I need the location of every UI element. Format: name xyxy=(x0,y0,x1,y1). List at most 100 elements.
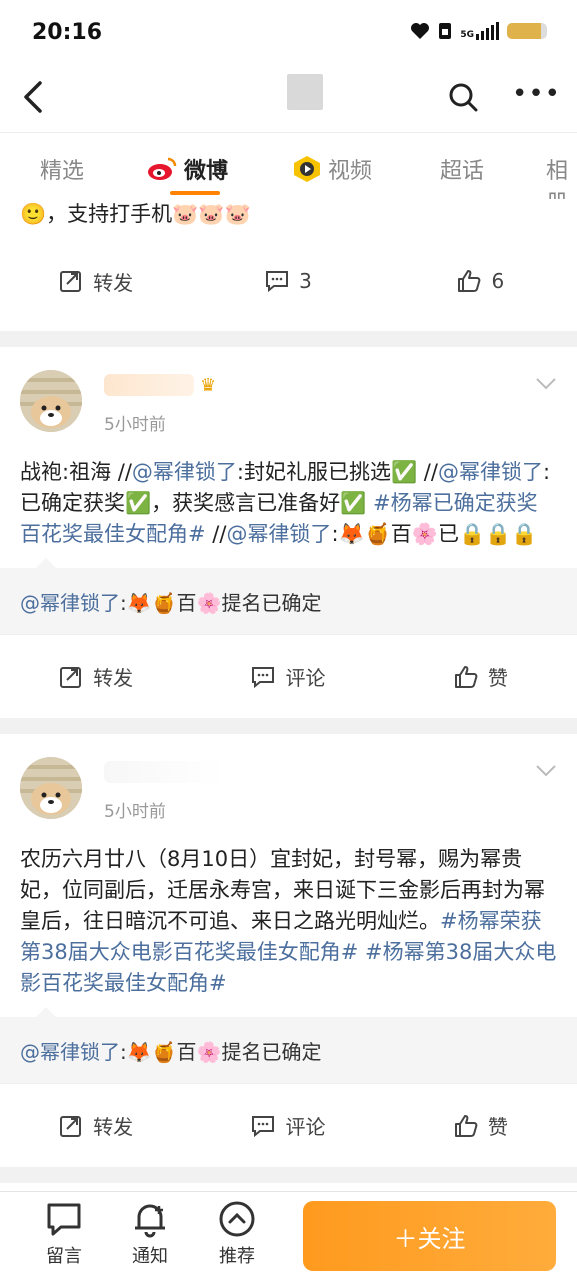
post-header: ♛ 5小时前 xyxy=(20,347,557,457)
chevron-down-icon[interactable] xyxy=(535,764,557,778)
network-type: 5G xyxy=(460,30,474,40)
tab-weibo[interactable]: 微博 xyxy=(146,153,229,195)
comment-button[interactable]: 评论 xyxy=(192,662,384,691)
mention-link[interactable]: @幂律锁了 xyxy=(132,460,237,484)
repost-icon xyxy=(60,666,82,688)
bell-plus-icon xyxy=(135,1204,165,1238)
message-label: 留言 xyxy=(46,1246,82,1267)
tab-featured[interactable]: 精选 xyxy=(40,153,84,185)
mention-link[interactable]: @幂律锁了 xyxy=(438,460,543,484)
recommend-label: 推荐 xyxy=(219,1246,255,1267)
bottom-bar: 留言 通知 推荐 ＋关注 xyxy=(0,1191,577,1279)
quote-text: :🦊🍯百🌸提名已确定 xyxy=(120,590,322,615)
recommend-button[interactable]: 推荐 xyxy=(207,1200,267,1268)
post-content: ♛ 5小时前 战袍:祖海 //@幂律锁了:封妃礼服已挑选✅ //@幂律锁了:已确… xyxy=(0,347,577,568)
repost-label: 转发 xyxy=(93,1115,134,1139)
post-header: 5小时前 xyxy=(20,734,557,844)
heart-icon xyxy=(411,23,430,39)
video-logo-icon xyxy=(294,156,320,182)
tab-video[interactable]: 视频 xyxy=(292,153,372,185)
notify-button[interactable]: 通知 xyxy=(120,1200,180,1268)
post-body: 🙂，支持打手机🐷🐷🐷 xyxy=(0,199,577,231)
repost-button[interactable]: 转发 xyxy=(0,1111,192,1140)
weibo-logo-icon xyxy=(148,157,177,180)
like-button[interactable]: 赞 xyxy=(385,662,577,691)
profile-tabs: 精选 微博 视频 超话 相册 xyxy=(0,132,577,216)
profile-avatar-thumbnail[interactable] xyxy=(287,74,323,110)
comment-icon xyxy=(252,666,275,688)
username[interactable] xyxy=(104,761,224,783)
search-icon[interactable] xyxy=(448,82,478,112)
chevron-down-icon[interactable] xyxy=(535,377,557,391)
comment-label: 评论 xyxy=(285,1115,326,1139)
like-count: 6 xyxy=(491,269,505,293)
text-segment: 战袍:祖海 // xyxy=(20,460,132,484)
post-card[interactable]: ♛ 5小时前 战袍:祖海 //@幂律锁了:封妃礼服已挑选✅ //@幂律锁了:已确… xyxy=(0,347,577,718)
thumbs-up-icon xyxy=(458,270,481,292)
like-label: 赞 xyxy=(487,1115,508,1139)
comment-count: 3 xyxy=(299,269,312,293)
signal-indicator: 5G xyxy=(460,22,499,40)
post-content: 5小时前 农历六月廿八（8月10日）宜封妃，封号幂，赐为幂贵妃，位同副后，迁居永… xyxy=(0,734,577,1017)
tab-label: 视频 xyxy=(328,159,373,184)
quoted-post[interactable]: @幂律锁了:🦊🍯百🌸提名已确定 xyxy=(0,1007,577,1083)
status-bar: 20:16 5G xyxy=(0,0,577,62)
avatar[interactable] xyxy=(20,757,82,819)
more-icon[interactable]: ••• xyxy=(512,81,561,107)
repost-icon xyxy=(60,1115,82,1137)
follow-label: ＋关注 xyxy=(393,1224,466,1253)
like-button[interactable]: 赞 xyxy=(385,1111,577,1140)
post-text: 战袍:祖海 //@幂律锁了:封妃礼服已挑选✅ //@幂律锁了:已确定获奖✅，获奖… xyxy=(20,457,557,568)
top-nav: ••• xyxy=(0,62,577,132)
text-segment: // xyxy=(205,522,227,546)
repost-label: 转发 xyxy=(93,270,134,295)
active-tab-indicator xyxy=(170,191,220,195)
comment-button[interactable]: 3 xyxy=(192,269,384,293)
tab-label: 微博 xyxy=(184,159,229,184)
chevron-up-circle-icon xyxy=(219,1201,255,1237)
chevron-left-icon[interactable] xyxy=(20,80,48,114)
post-card[interactable]: 5小时前 农历六月廿八（8月10日）宜封妃，封号幂，赐为幂贵妃，位同副后，迁居永… xyxy=(0,734,577,1167)
status-icons: 5G xyxy=(410,22,547,40)
post-actions: 转发 评论 赞 xyxy=(0,634,577,718)
tab-super-topic[interactable]: 超话 xyxy=(440,153,484,185)
thumbs-up-icon xyxy=(454,665,478,688)
post-actions: 转发 评论 赞 xyxy=(0,1083,577,1167)
sim-card-icon xyxy=(439,23,452,39)
comment-label: 评论 xyxy=(285,666,326,690)
like-label: 赞 xyxy=(487,666,508,690)
comment-icon xyxy=(252,1115,275,1137)
thumbs-up-icon xyxy=(454,1114,478,1137)
comment-button[interactable]: 评论 xyxy=(192,1111,384,1140)
mention-link[interactable]: @幂律锁了 xyxy=(20,1036,120,1065)
comment-icon xyxy=(266,271,289,293)
battery-icon xyxy=(507,23,547,39)
follow-button[interactable]: ＋关注 xyxy=(303,1201,556,1271)
mention-link[interactable]: @幂律锁了 xyxy=(20,587,120,616)
mention-link[interactable]: @幂律锁了 xyxy=(226,522,331,546)
text-segment: :封妃礼服已挑选✅ // xyxy=(236,460,438,484)
status-time: 20:16 xyxy=(32,20,103,45)
message-button[interactable]: 留言 xyxy=(34,1200,94,1268)
tab-label: 精选 xyxy=(40,159,85,184)
post-card[interactable]: 🙂，支持打手机🐷🐷🐷 转发 3 6 xyxy=(0,199,577,331)
quoted-post[interactable]: @幂律锁了:🦊🍯百🌸提名已确定 xyxy=(0,558,577,634)
notify-label: 通知 xyxy=(132,1246,168,1267)
like-button[interactable]: 6 xyxy=(385,269,577,293)
repost-label: 转发 xyxy=(93,666,134,690)
avatar[interactable] xyxy=(20,370,82,432)
tab-label: 超话 xyxy=(440,159,485,184)
username[interactable]: ♛ xyxy=(104,374,216,396)
post-text: 🙂，支持打手机🐷🐷🐷 xyxy=(20,202,251,226)
feed: 🙂，支持打手机🐷🐷🐷 转发 3 6 ♛ 5小时前 战袍:祖海 //@幂律锁了:封… xyxy=(0,199,577,1253)
quote-text: :🦊🍯百🌸提名已确定 xyxy=(120,1039,322,1064)
blurred-name xyxy=(104,761,224,783)
post-time: 5小时前 xyxy=(104,415,166,435)
repost-button[interactable]: 转发 xyxy=(0,662,192,691)
repost-icon xyxy=(60,271,82,292)
signal-bars-icon xyxy=(476,22,499,40)
message-icon xyxy=(47,1203,81,1236)
post-time: 5小时前 xyxy=(104,802,166,822)
text-segment: :🦊🍯百🌸已🔒🔒🔒 xyxy=(331,522,538,546)
repost-button[interactable]: 转发 xyxy=(0,267,192,296)
